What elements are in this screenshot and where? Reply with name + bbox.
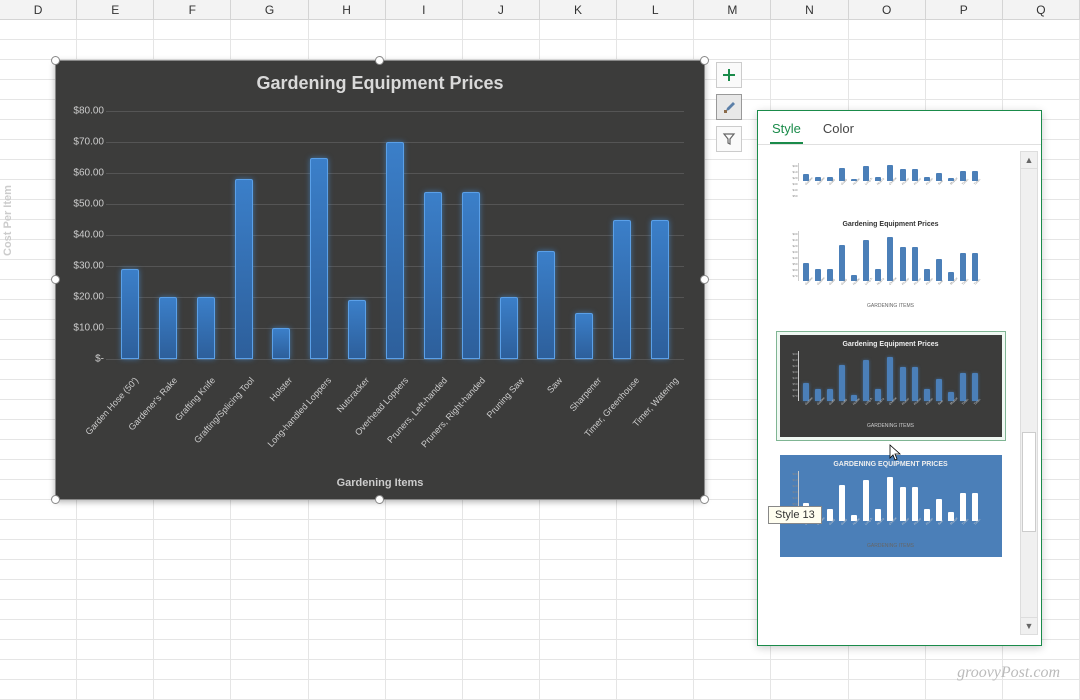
style-thumb[interactable]: Gardening Equipment Prices$00$10$20$30$4… xyxy=(776,211,1006,321)
col-header[interactable]: E xyxy=(77,0,154,19)
bar[interactable] xyxy=(537,251,555,360)
bar[interactable] xyxy=(348,300,366,359)
bar[interactable] xyxy=(651,220,669,360)
col-header[interactable]: K xyxy=(540,0,617,19)
bar[interactable] xyxy=(121,269,139,359)
scroll-down-button[interactable]: ▼ xyxy=(1021,617,1037,634)
bar[interactable] xyxy=(613,220,631,360)
bar[interactable] xyxy=(197,297,215,359)
funnel-icon xyxy=(722,132,736,146)
col-header[interactable]: G xyxy=(231,0,308,19)
col-header[interactable]: L xyxy=(617,0,694,19)
y-axis-label[interactable]: Cost Per Item xyxy=(2,185,14,256)
chart-quick-tools xyxy=(716,62,744,158)
chart-styles-flyout: Style Color $00$10$20$30$40$50$60$70Gard… xyxy=(757,110,1042,646)
x-axis-title[interactable]: Gardening Items xyxy=(56,477,704,489)
resize-handle[interactable] xyxy=(51,275,60,284)
chart-title[interactable]: Gardening Equipment Prices xyxy=(56,61,704,102)
bar[interactable] xyxy=(462,192,480,359)
plus-icon xyxy=(722,68,736,82)
tab-color[interactable]: Color xyxy=(821,117,856,144)
col-header[interactable]: M xyxy=(694,0,771,19)
col-header[interactable]: J xyxy=(463,0,540,19)
col-header[interactable]: D xyxy=(0,0,77,19)
col-header[interactable]: P xyxy=(926,0,1003,19)
resize-handle[interactable] xyxy=(51,56,60,65)
bar[interactable] xyxy=(500,297,518,359)
y-axis: $-$10.00$20.00$30.00$40.00$50.00$60.00$7… xyxy=(64,111,104,359)
gallery-scrollbar[interactable]: ▲ ▼ xyxy=(1020,151,1038,635)
bar[interactable] xyxy=(575,313,593,360)
bar[interactable] xyxy=(159,297,177,359)
flyout-tabs: Style Color xyxy=(758,111,1041,145)
bar[interactable] xyxy=(235,179,253,359)
bar[interactable] xyxy=(272,328,290,359)
scroll-thumb[interactable] xyxy=(1022,432,1036,532)
col-header[interactable]: Q xyxy=(1003,0,1080,19)
tab-style[interactable]: Style xyxy=(770,117,803,144)
scroll-up-button[interactable]: ▲ xyxy=(1021,152,1037,169)
bar[interactable] xyxy=(386,142,404,359)
paintbrush-icon xyxy=(722,100,736,114)
style-gallery[interactable]: $00$10$20$30$40$50$60$70GardenGardenGraf… xyxy=(766,147,1015,637)
chart-styles-button[interactable] xyxy=(716,94,742,120)
embedded-chart[interactable]: Gardening Equipment Prices Cost Per Item… xyxy=(55,60,705,500)
col-header[interactable]: I xyxy=(386,0,463,19)
resize-handle[interactable] xyxy=(700,275,709,284)
resize-handle[interactable] xyxy=(375,495,384,504)
col-header[interactable]: O xyxy=(849,0,926,19)
resize-handle[interactable] xyxy=(700,495,709,504)
bar[interactable] xyxy=(424,192,442,359)
x-axis-labels: Garden Hose (50')Gardener's RakeGrafting… xyxy=(106,371,684,461)
style-tooltip: Style 13 xyxy=(768,506,822,524)
resize-handle[interactable] xyxy=(700,56,709,65)
col-header[interactable]: H xyxy=(309,0,386,19)
column-header-row: D E F G H I J K L M N O P Q xyxy=(0,0,1080,20)
col-header[interactable]: N xyxy=(771,0,848,19)
bar[interactable] xyxy=(310,158,328,360)
style-thumb[interactable]: Gardening Equipment Prices$00$10$20$30$4… xyxy=(776,331,1006,441)
chart-filters-button[interactable] xyxy=(716,126,742,152)
resize-handle[interactable] xyxy=(375,56,384,65)
style-thumb[interactable]: $00$10$20$30$40$50$60$70GardenGardenGraf… xyxy=(776,153,1006,201)
plot-area[interactable]: $-$10.00$20.00$30.00$40.00$50.00$60.00$7… xyxy=(106,111,684,359)
chart-elements-button[interactable] xyxy=(716,62,742,88)
watermark-text: groovyPost.com xyxy=(957,664,1060,682)
bar-series[interactable] xyxy=(106,111,684,359)
col-header[interactable]: F xyxy=(154,0,231,19)
resize-handle[interactable] xyxy=(51,495,60,504)
